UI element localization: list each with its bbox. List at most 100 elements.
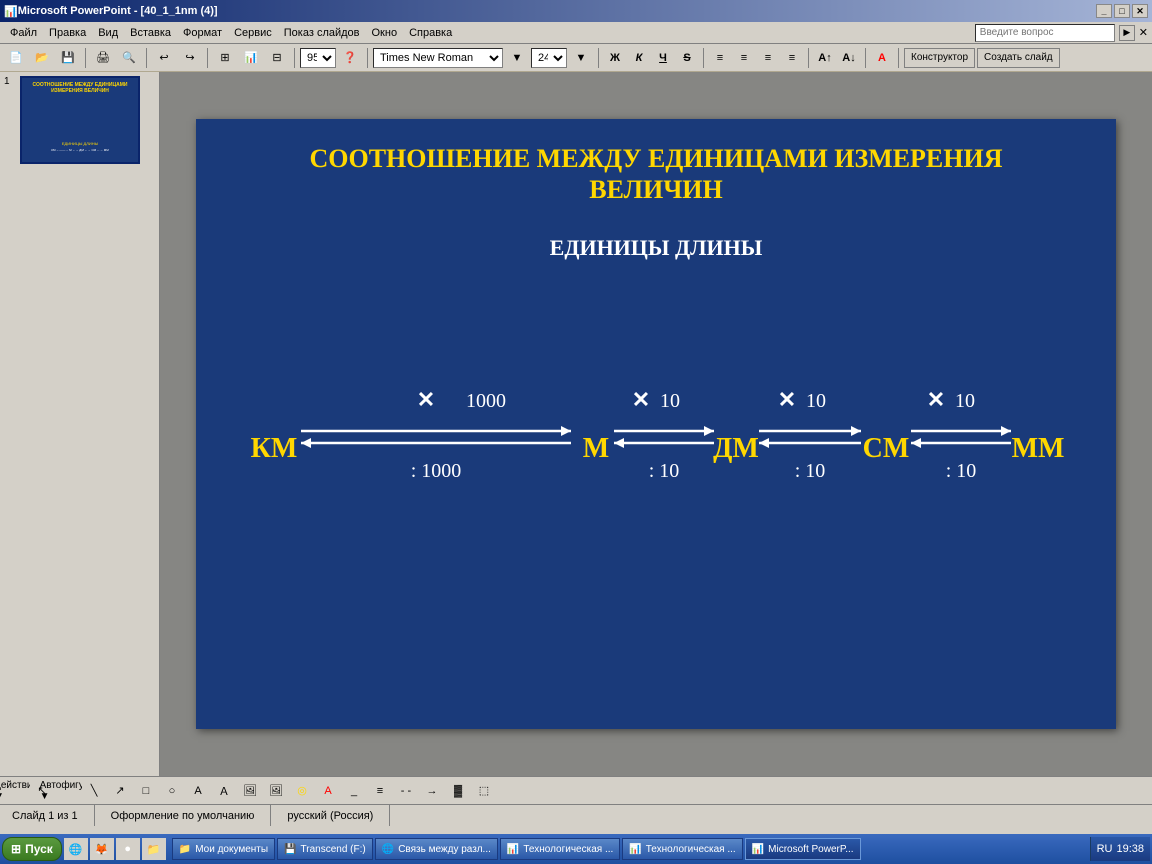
taskbar-tech2[interactable]: 📊 Технологическая ... [622, 838, 742, 860]
preview-button[interactable]: 🔍 [117, 47, 141, 69]
menu-service[interactable]: Сервис [228, 25, 278, 41]
italic-button[interactable]: К [628, 48, 650, 68]
actions-button[interactable]: Действия ▼ [4, 780, 28, 802]
quicklaunch-explorer[interactable]: 📁 [142, 838, 166, 860]
tech1-label: Технологическая ... [523, 844, 613, 855]
slide-number-1: 1 [4, 76, 16, 87]
start-button[interactable]: ⊞ Пуск [2, 837, 62, 861]
create-slide-button[interactable]: Создать слайд [977, 48, 1060, 68]
ask-input-area: ▶ ✕ [975, 24, 1148, 42]
decrease-font-button[interactable]: A↓ [838, 48, 860, 68]
save-button[interactable]: 💾 [56, 47, 80, 69]
slide-canvas[interactable]: СООТНОШЕНИЕ МЕЖДУ ЕДИНИЦАМИ ИЗМЕРЕНИЯ ВЕ… [196, 119, 1116, 729]
menu-insert[interactable]: Вставка [124, 25, 177, 41]
tech2-icon: 📊 [629, 844, 641, 855]
svg-text:✕: ✕ [632, 387, 650, 412]
separator-5 [367, 48, 368, 68]
app-icon: 📊 [4, 5, 18, 18]
arrow-style-btn[interactable]: → [420, 780, 444, 802]
wordart-button[interactable]: Ａ [212, 780, 236, 802]
my-docs-label: Мои документы [195, 844, 268, 855]
taskbar-transcend[interactable]: 💾 Transcend (F:) [277, 838, 373, 860]
taskbar-powerpoint[interactable]: 📊 Microsoft PowerP... [745, 838, 861, 860]
shadow-btn[interactable]: ▓ [446, 780, 470, 802]
size-dropdown-btn[interactable]: ▼ [569, 47, 593, 69]
clip-art-button[interactable]: 🖼 [238, 780, 262, 802]
quicklaunch-firefox[interactable]: 🦊 [90, 838, 114, 860]
konstruktor-button[interactable]: Конструктор [904, 48, 975, 68]
m-label: М [583, 433, 609, 464]
menu-view[interactable]: Вид [92, 25, 124, 41]
slide-thumbnail-1[interactable]: 1 СООТНОШЕНИЕ МЕЖДУ ЕДИНИЦАМИ ИЗМЕРЕНИЯ … [4, 76, 155, 164]
design-info: Оформление по умолчанию [111, 810, 255, 822]
help-close-button[interactable]: ✕ [1139, 26, 1148, 39]
font-color-btn2[interactable]: A [316, 780, 340, 802]
strikethrough-button[interactable]: S [676, 48, 698, 68]
3d-btn[interactable]: ⬚ [472, 780, 496, 802]
undo-button[interactable]: ↩ [152, 47, 176, 69]
menu-format[interactable]: Формат [177, 25, 228, 41]
arrow-button[interactable]: ↗ [108, 780, 132, 802]
redo-button[interactable]: ↪ [178, 47, 202, 69]
bold-button[interactable]: Ж [604, 48, 626, 68]
align-right-button[interactable]: ≡ [757, 48, 779, 68]
taskbar-items: 📁 Мои документы 💾 Transcend (F:) 🌐 Связь… [172, 838, 1088, 860]
menu-window[interactable]: Окно [366, 25, 404, 41]
underline-button[interactable]: Ч [652, 48, 674, 68]
menu-slideshow[interactable]: Показ слайдов [278, 25, 366, 41]
quicklaunch-chrome[interactable]: ● [116, 838, 140, 860]
slide-layout-button[interactable]: ⊟ [265, 47, 289, 69]
minimize-button[interactable]: _ [1096, 4, 1112, 18]
font-dropdown-btn[interactable]: ▼ [505, 47, 529, 69]
taskbar-my-docs[interactable]: 📁 Мои документы [172, 838, 275, 860]
thumbnail-image-1[interactable]: СООТНОШЕНИЕ МЕЖДУ ЕДИНИЦАМИ ИЗМЕРЕНИЯ ВЕ… [20, 76, 140, 164]
increase-font-button[interactable]: A↑ [814, 48, 836, 68]
thumb-title-text: СООТНОШЕНИЕ МЕЖДУ ЕДИНИЦАМИ ИЗМЕРЕНИЯ ВЕ… [22, 80, 138, 96]
font-select[interactable]: Times New Roman [373, 48, 503, 68]
justify-button[interactable]: ≡ [781, 48, 803, 68]
svg-text:✕: ✕ [417, 387, 435, 412]
insert-table-button[interactable]: ⊞ [213, 47, 237, 69]
taskbar-sviaz[interactable]: 🌐 Связь между разл... [375, 838, 498, 860]
print-button[interactable]: 🖨 [91, 47, 115, 69]
line-color-btn[interactable]: _ [342, 780, 366, 802]
maximize-button[interactable]: □ [1114, 4, 1130, 18]
textbox-button[interactable]: A [186, 780, 210, 802]
window-controls: _ □ ✕ [1096, 4, 1148, 18]
line-button[interactable]: ╲ [82, 780, 106, 802]
taskbar: ⊞ Пуск 🌐 🦊 ● 📁 📁 Мои документы 💾 Transce… [0, 834, 1152, 864]
open-button[interactable]: 📂 [30, 47, 54, 69]
picture-button[interactable]: 🖼 [264, 780, 288, 802]
zoom-select[interactable]: 95% 75% 100% [300, 48, 336, 68]
font-size-select[interactable]: 24 12 18 36 [531, 48, 567, 68]
menu-help[interactable]: Справка [403, 25, 458, 41]
oval-button[interactable]: ○ [160, 780, 184, 802]
fill-color-btn[interactable]: ◎ [290, 780, 314, 802]
insert-chart-button[interactable]: 📊 [239, 47, 263, 69]
align-left-button[interactable]: ≡ [709, 48, 731, 68]
help-button[interactable]: ❓ [338, 47, 362, 69]
my-docs-icon: 📁 [179, 844, 191, 855]
quicklaunch-ie[interactable]: 🌐 [64, 838, 88, 860]
ask-button[interactable]: ▶ [1119, 25, 1135, 41]
close-button[interactable]: ✕ [1132, 4, 1148, 18]
separator-6 [598, 48, 599, 68]
rect-button[interactable]: □ [134, 780, 158, 802]
font-color-button[interactable]: A [871, 48, 893, 68]
ask-input[interactable] [975, 24, 1115, 42]
toolbar-1: 📄 📂 💾 🖨 🔍 ↩ ↪ ⊞ 📊 ⊟ 95% 75% 100% ❓ Times… [0, 44, 1152, 72]
svg-text:: 10: : 10 [795, 460, 826, 482]
canvas-area: СООТНОШЕНИЕ МЕЖДУ ЕДИНИЦАМИ ИЗМЕРЕНИЯ ВЕ… [160, 72, 1152, 776]
autoshapes-button[interactable]: Автофигуры ▼ [56, 780, 80, 802]
taskbar-tech1[interactable]: 📊 Технологическая ... [500, 838, 620, 860]
svg-text:: 1000: : 1000 [411, 460, 462, 482]
menu-file[interactable]: Файл [4, 25, 43, 41]
align-center-button[interactable]: ≡ [733, 48, 755, 68]
line-style-btn[interactable]: ≡ [368, 780, 392, 802]
menu-edit[interactable]: Правка [43, 25, 92, 41]
separator-2 [146, 48, 147, 68]
tech1-icon: 📊 [507, 844, 519, 855]
new-button[interactable]: 📄 [4, 47, 28, 69]
units-diagram: КМ М ДМ СМ ММ ✕ 1000 [226, 359, 1086, 539]
dash-style-btn[interactable]: - - [394, 780, 418, 802]
